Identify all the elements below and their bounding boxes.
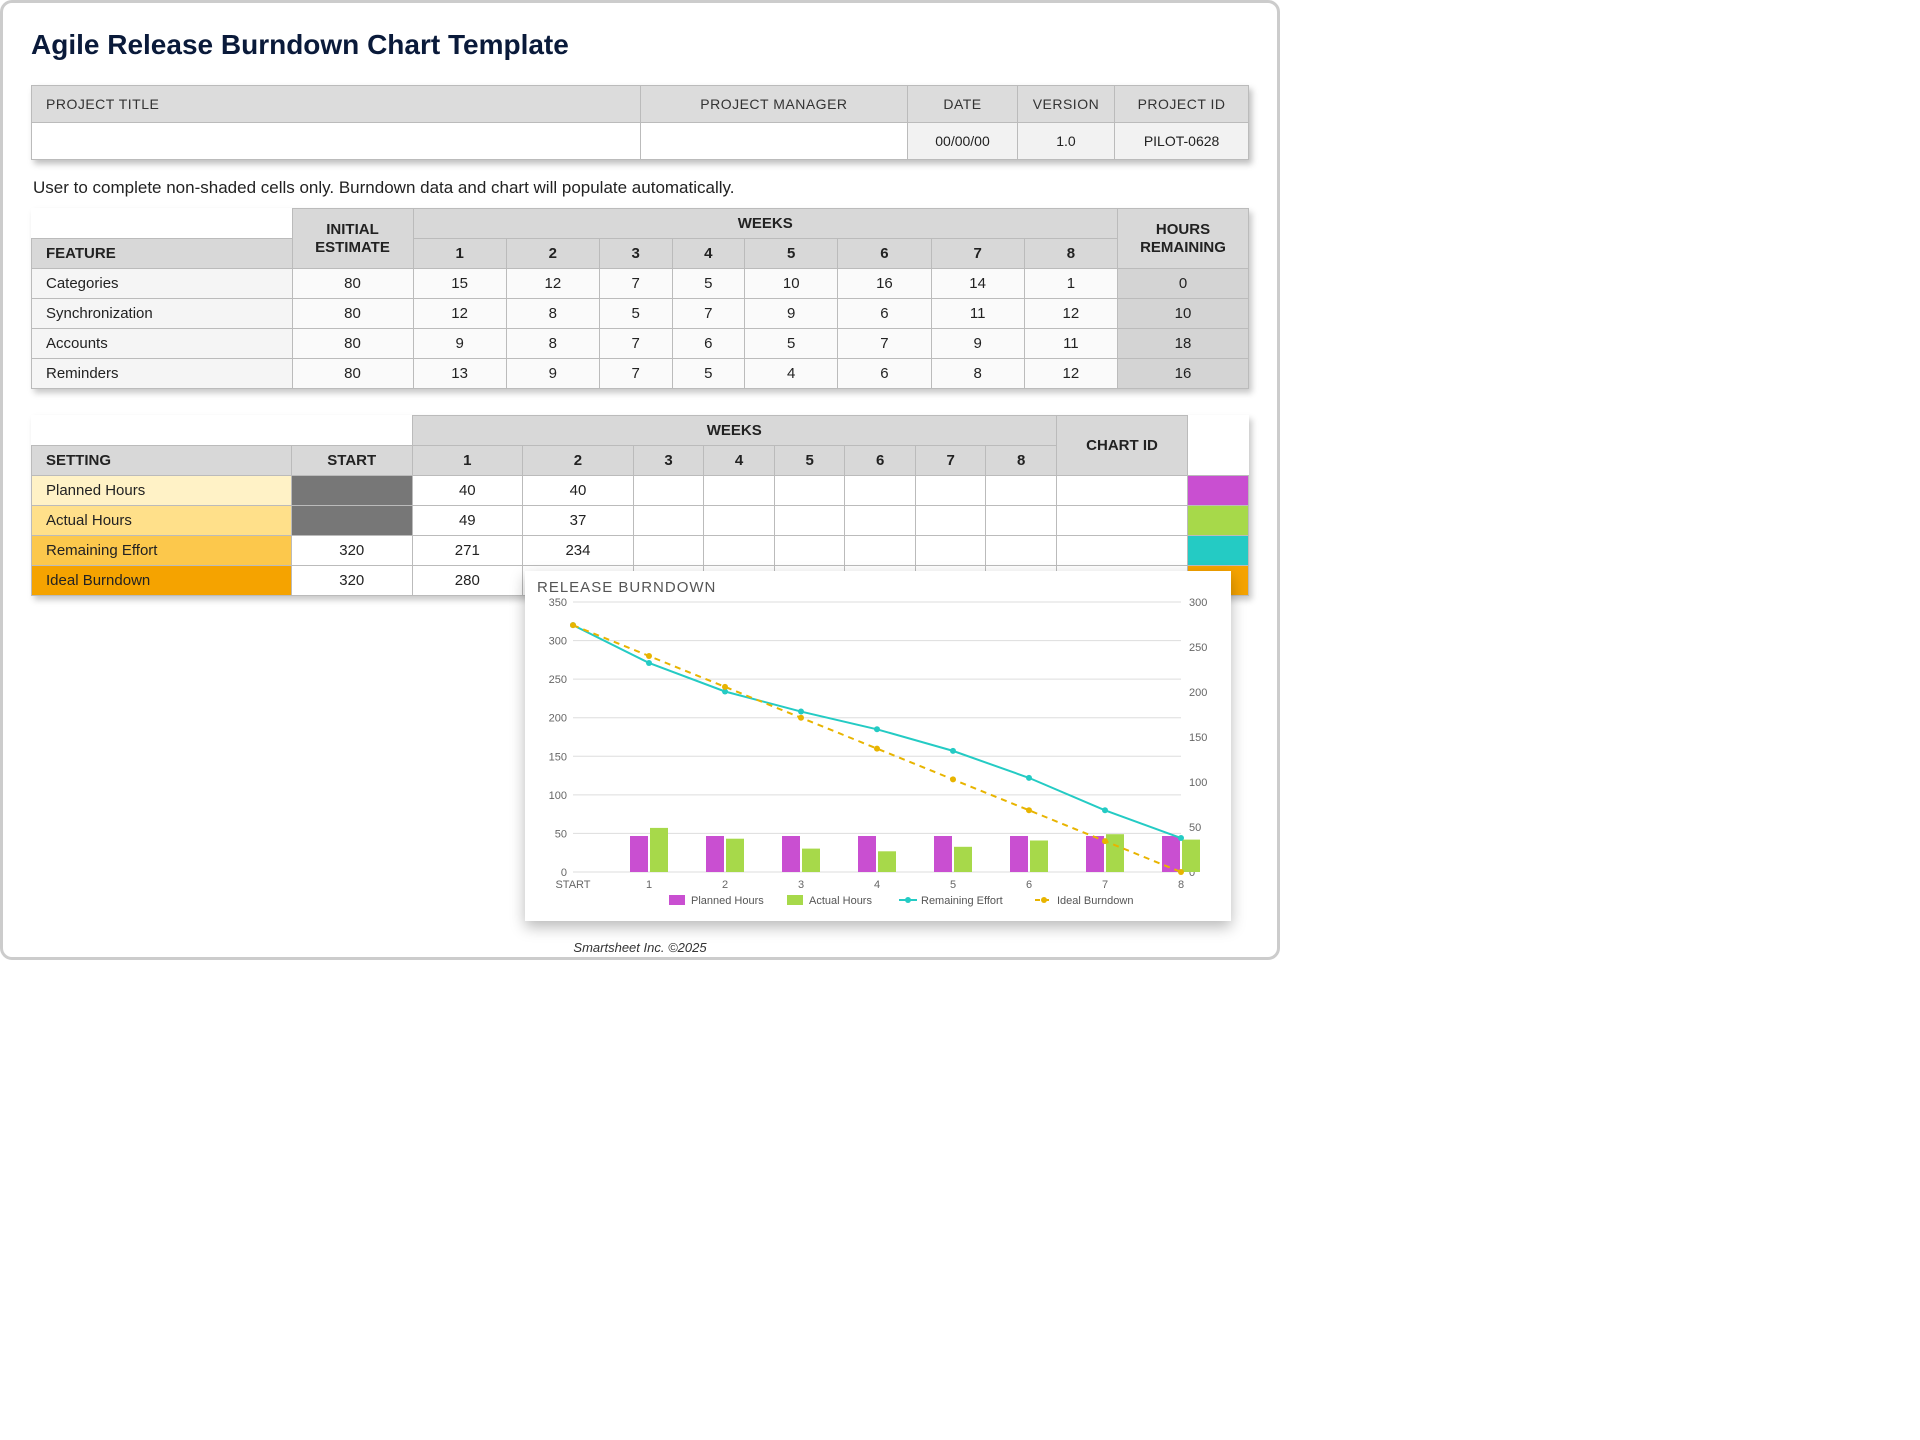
footer-copyright: Smartsheet Inc. ©2025 [3, 940, 1277, 955]
svg-text:100: 100 [549, 790, 567, 802]
table-row: Synchronization801285796111210 [32, 299, 1249, 329]
svg-text:Planned Hours: Planned Hours [691, 895, 764, 907]
svg-text:100: 100 [1189, 777, 1207, 789]
week-1: 1 [413, 239, 506, 269]
instruction-note: User to complete non-shaded cells only. … [33, 178, 1247, 198]
col-version: VERSION [1017, 86, 1114, 123]
s-week-4: 4 [704, 446, 775, 476]
svg-text:150: 150 [1189, 732, 1207, 744]
s-week-5: 5 [774, 446, 845, 476]
svg-text:START: START [555, 879, 590, 891]
week-7: 7 [931, 239, 1024, 269]
table-row: Accounts8098765791118 [32, 329, 1249, 359]
s-week-3: 3 [633, 446, 704, 476]
week-4: 4 [672, 239, 745, 269]
table-row: Actual Hours4937 [32, 506, 1249, 536]
svg-text:4: 4 [874, 879, 880, 891]
hdr-start: START [292, 446, 413, 476]
val-version: 1.0 [1017, 123, 1114, 160]
svg-text:5: 5 [950, 879, 956, 891]
hdr-weeks: WEEKS [413, 209, 1118, 239]
table-row: Categories8015127510161410 [32, 269, 1249, 299]
svg-text:Ideal Burndown: Ideal Burndown [1057, 895, 1133, 907]
chart-title: RELEASE BURNDOWN [537, 579, 1225, 596]
week-6: 6 [838, 239, 931, 269]
settings-table: WEEKS CHART ID SETTING START 1 2 3 4 5 6… [31, 415, 1249, 596]
svg-text:Actual Hours: Actual Hours [809, 895, 872, 907]
week-8: 8 [1024, 239, 1117, 269]
s-week-6: 6 [845, 446, 916, 476]
table-row: Remaining Effort320271234 [32, 536, 1249, 566]
svg-text:8: 8 [1178, 879, 1184, 891]
svg-text:200: 200 [1189, 687, 1207, 699]
page-title: Agile Release Burndown Chart Template [31, 29, 1249, 61]
burndown-chart: RELEASE BURNDOWN 05010015020025030035005… [525, 571, 1231, 921]
val-project-id: PILOT-0628 [1115, 123, 1249, 160]
hdr-setting: SETTING [32, 446, 292, 476]
svg-text:0: 0 [561, 867, 567, 879]
svg-text:1: 1 [646, 879, 652, 891]
val-project-manager[interactable] [640, 123, 908, 160]
s-week-2: 2 [523, 446, 634, 476]
svg-text:300: 300 [1189, 597, 1207, 609]
svg-text:3: 3 [798, 879, 804, 891]
s-week-7: 7 [915, 446, 986, 476]
s-week-1: 1 [412, 446, 523, 476]
table-row: Planned Hours4040 [32, 476, 1249, 506]
svg-text:250: 250 [1189, 642, 1207, 654]
hdr-chart-id: CHART ID [1057, 416, 1188, 476]
val-project-title[interactable] [32, 123, 641, 160]
svg-text:300: 300 [549, 636, 567, 648]
hdr-weeks2: WEEKS [412, 416, 1057, 446]
hdr-feature: FEATURE [32, 239, 293, 269]
svg-text:50: 50 [1189, 822, 1201, 834]
s-week-8: 8 [986, 446, 1057, 476]
svg-text:150: 150 [549, 751, 567, 763]
val-date: 00/00/00 [908, 123, 1018, 160]
hdr-initial-estimate: INITIAL ESTIMATE [292, 209, 413, 269]
col-project-id: PROJECT ID [1115, 86, 1249, 123]
svg-text:2: 2 [722, 879, 728, 891]
svg-text:50: 50 [555, 828, 567, 840]
week-5: 5 [745, 239, 838, 269]
col-date: DATE [908, 86, 1018, 123]
svg-text:250: 250 [549, 674, 567, 686]
svg-text:200: 200 [549, 713, 567, 725]
week-2: 2 [506, 239, 599, 269]
hdr-hours-remaining: HOURS REMAINING [1118, 209, 1249, 269]
svg-text:7: 7 [1102, 879, 1108, 891]
svg-text:Remaining Effort: Remaining Effort [921, 895, 1003, 907]
table-row: Reminders80139754681216 [32, 359, 1249, 389]
svg-text:6: 6 [1026, 879, 1032, 891]
chart-swatch [1188, 506, 1249, 536]
project-header-table: PROJECT TITLE PROJECT MANAGER DATE VERSI… [31, 85, 1249, 160]
col-project-manager: PROJECT MANAGER [640, 86, 908, 123]
col-project-title: PROJECT TITLE [32, 86, 641, 123]
week-3: 3 [599, 239, 672, 269]
chart-swatch [1188, 476, 1249, 506]
svg-text:350: 350 [549, 597, 567, 609]
chart-swatch [1188, 536, 1249, 566]
feature-table: INITIAL ESTIMATE WEEKS HOURS REMAINING F… [31, 208, 1249, 389]
